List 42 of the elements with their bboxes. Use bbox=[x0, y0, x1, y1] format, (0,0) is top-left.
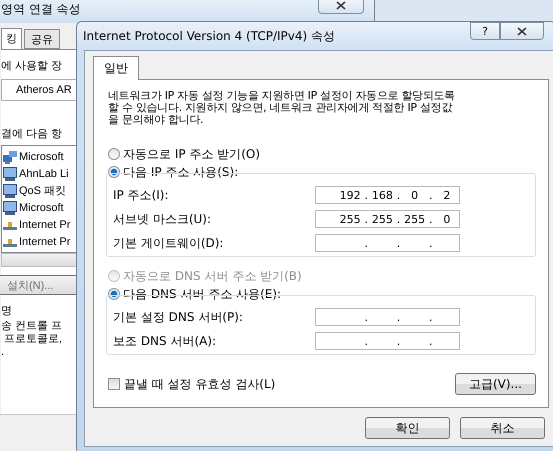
radio-option[interactable]: 자동으로 IP 주소 받기(O) bbox=[108, 145, 260, 163]
list-item[interactable]: Internet Pr bbox=[19, 236, 70, 248]
validate-checkbox[interactable]: 끝낼 때 설정 유효성 검사(L) bbox=[108, 376, 276, 392]
list-item[interactable]: Microsoft bbox=[19, 202, 64, 214]
field-label: IP 주소(I): bbox=[113, 186, 170, 204]
ip-address-field[interactable]: . . . bbox=[315, 308, 460, 326]
field-label: 기본 설정 DNS 서버(P): bbox=[113, 308, 244, 326]
ip-address-field[interactable]: 192 . 168 . 0 . 2 bbox=[315, 186, 460, 204]
cancel-button[interactable]: 취소 bbox=[460, 417, 545, 439]
items-label: 결에 다음 항 bbox=[1, 127, 62, 141]
computer-icon bbox=[2, 182, 18, 198]
close-button[interactable] bbox=[500, 22, 544, 40]
field-label: 기본 게이트웨이(D): bbox=[113, 234, 224, 252]
field-label: 보조 DNS 서버(A): bbox=[113, 332, 218, 350]
close-icon bbox=[336, 0, 346, 10]
close-icon bbox=[517, 26, 527, 36]
tab[interactable]: 공유 bbox=[24, 29, 60, 49]
list-item[interactable]: AhnLab Li bbox=[19, 168, 69, 180]
list-item[interactable]: Microsoft bbox=[19, 150, 64, 162]
description-label: 명 bbox=[1, 304, 12, 318]
tab[interactable]: 킹 bbox=[1, 28, 22, 49]
help-button[interactable]: ? bbox=[470, 22, 500, 40]
connect-using-label: 에 사용할 장 bbox=[1, 59, 62, 73]
dialog-title: Internet Protocol Version 4 (TCP/IPv4) 속성 bbox=[83, 28, 336, 44]
list-item[interactable]: QoS 패킷 bbox=[19, 183, 66, 198]
computer-icon bbox=[2, 200, 18, 216]
install-button[interactable]: 설치(N)... bbox=[0, 275, 77, 295]
field-label: 서브넷 마스크(U): bbox=[113, 210, 212, 228]
list-item[interactable]: Internet Pr bbox=[19, 218, 70, 230]
ip-address-field[interactable]: . . . bbox=[315, 234, 460, 252]
scrollbar[interactable] bbox=[1, 253, 77, 267]
ok-button[interactable]: 확인 bbox=[365, 417, 450, 439]
ip-address-field[interactable]: . . . bbox=[315, 332, 460, 350]
intro-text: 네트워크가 IP 자동 설정 기능을 지원하면 IP 설정이 자동으로 할당되도록 할 수 있습니다. 지원하지 않으면, 네트워크 관리자에게 적절한 IP 설정값 을 문의해야 합니다. bbox=[108, 90, 456, 126]
close-button[interactable] bbox=[318, 0, 364, 14]
tab[interactable]: 일반 bbox=[93, 56, 139, 80]
description-text: 송 컨트롤 프 프로토콜로, . bbox=[1, 320, 62, 359]
ip-address-field[interactable]: 255 . 255 . 255 . 0 bbox=[315, 210, 460, 228]
advanced-button[interactable]: 고급(V)... bbox=[455, 373, 536, 395]
computer-icon bbox=[2, 166, 18, 182]
network-icon bbox=[2, 148, 18, 164]
window-title: 영역 연결 속성 bbox=[1, 1, 82, 18]
